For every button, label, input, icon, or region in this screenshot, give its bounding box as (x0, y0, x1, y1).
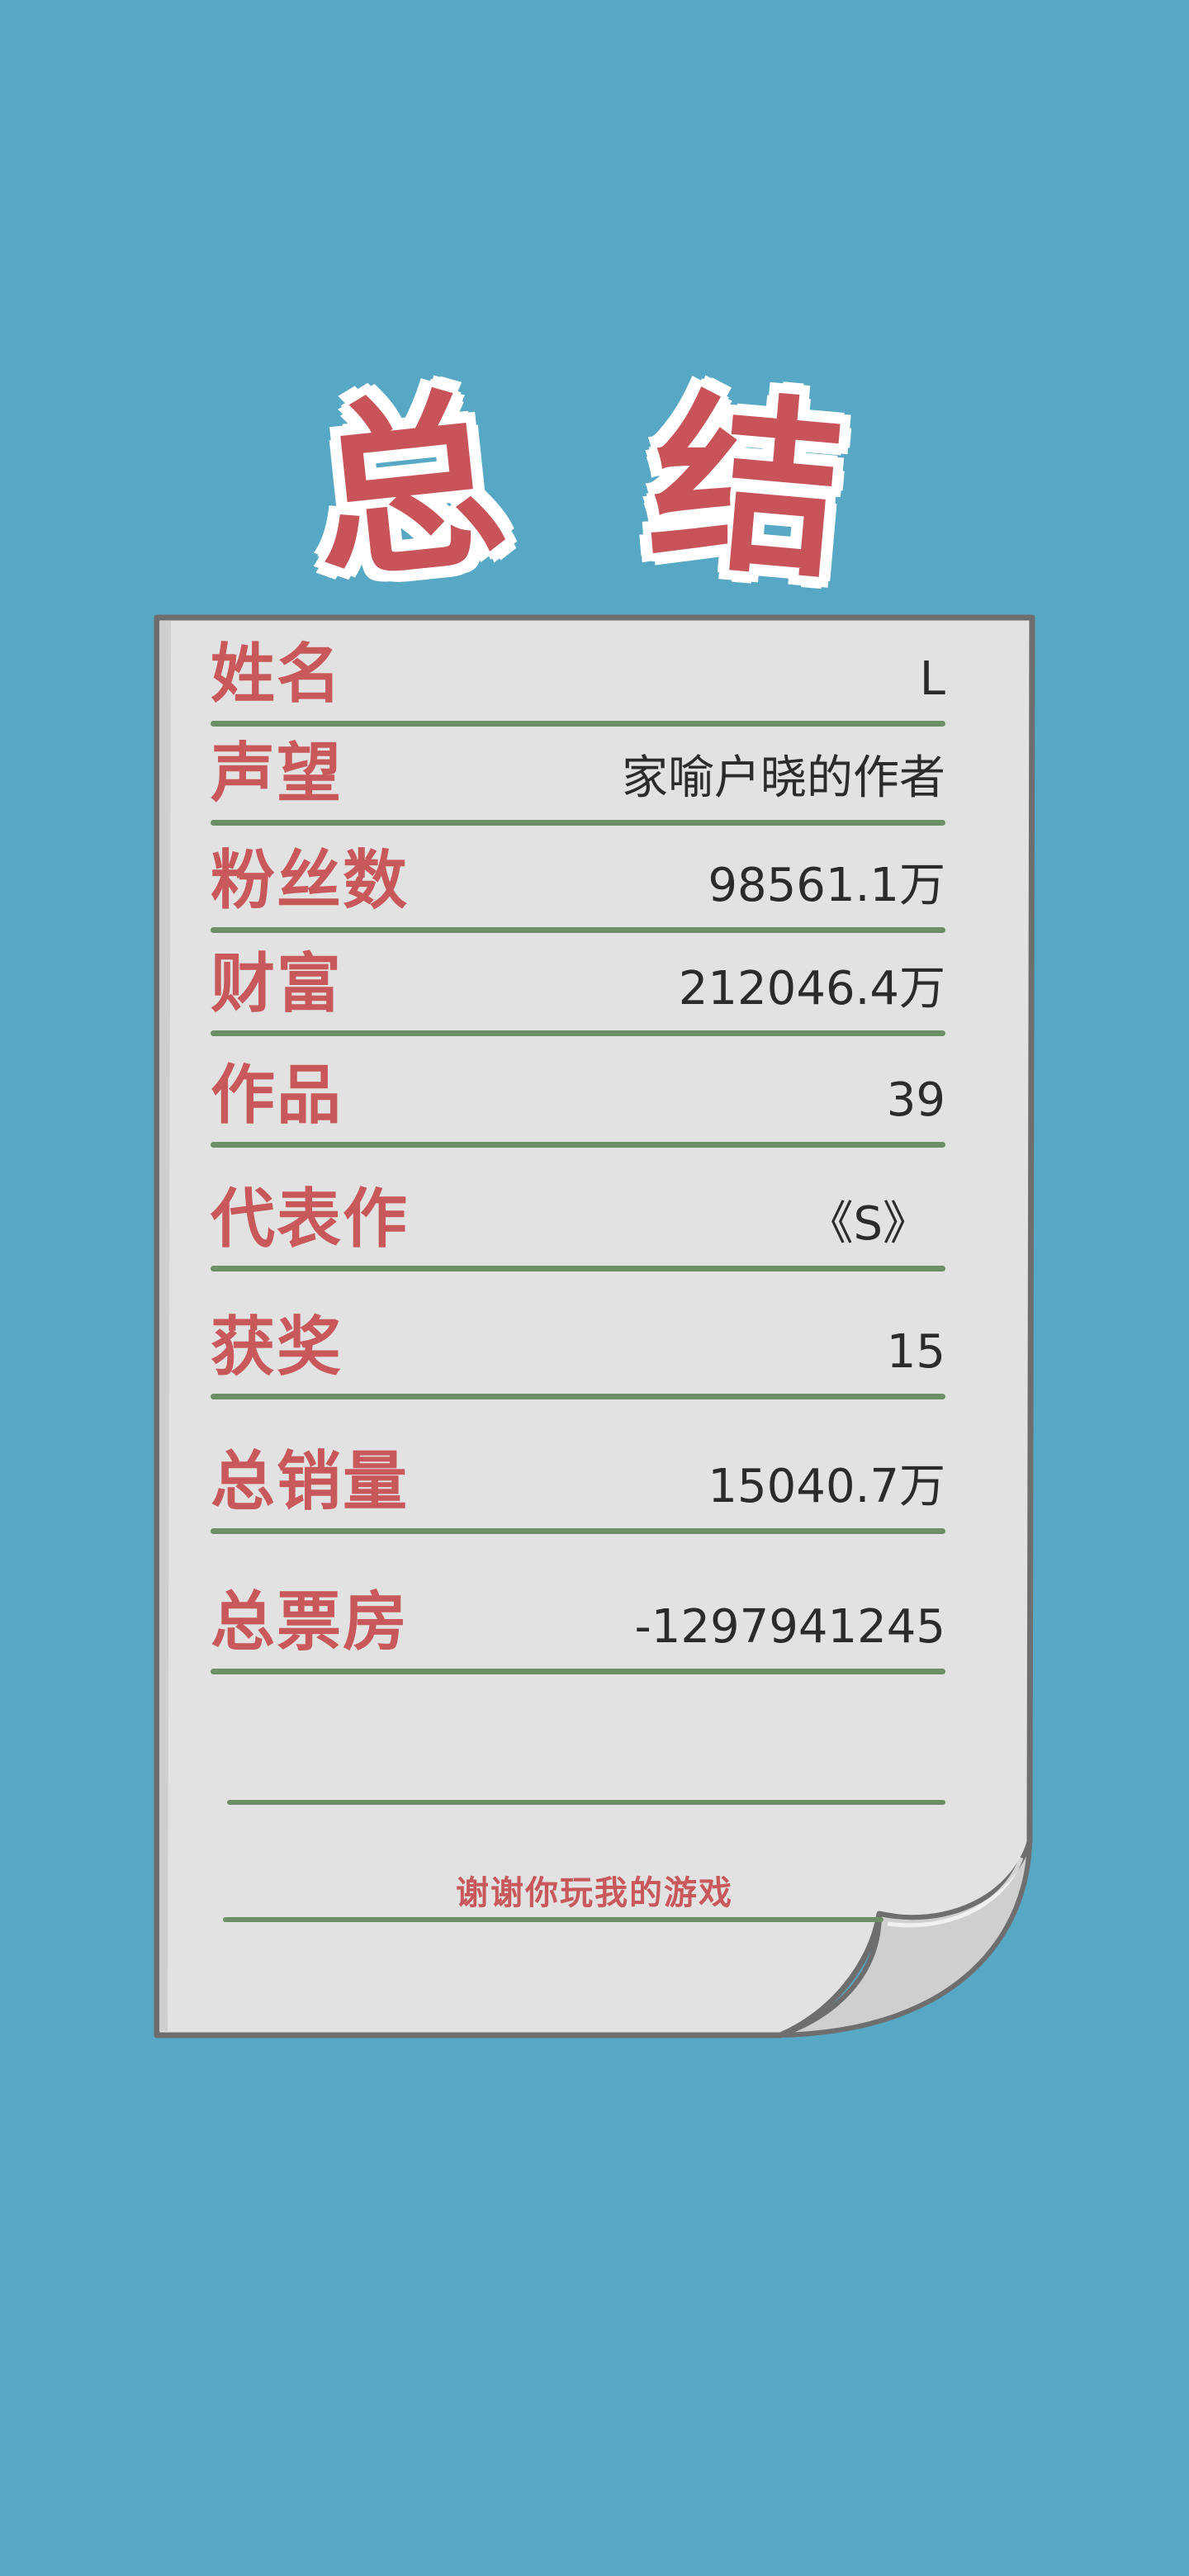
stat-row-masterpiece: 代表作 《S》 (211, 1181, 945, 1271)
divider (211, 927, 945, 933)
divider (211, 1142, 945, 1148)
stat-label: 作品 (211, 1058, 343, 1133)
divider (211, 820, 945, 826)
stat-value: 98561.1万 (708, 859, 945, 912)
stat-value: 15 (886, 1325, 945, 1379)
divider (211, 1669, 945, 1674)
stat-row-fans: 粉丝数 98561.1万 (211, 842, 945, 933)
stat-value: 39 (886, 1073, 945, 1127)
divider (211, 1394, 945, 1399)
summary-title: 总 结 (0, 367, 1189, 611)
divider (211, 1030, 945, 1036)
stat-value: 15040.7万 (708, 1460, 945, 1513)
divider (211, 1266, 945, 1271)
summary-paper: 姓名 L 声望 家喻户晓的作者 粉丝数 98561.1万 财富 212046.4… (153, 611, 1036, 2039)
title-char-1: 总 (302, 366, 515, 608)
stat-value: 《S》 (807, 1197, 929, 1251)
stat-row-total-sales: 总销量 15040.7万 (211, 1443, 945, 1534)
stat-label: 声望 (211, 736, 343, 811)
stat-value: L (919, 652, 945, 706)
stat-label: 粉丝数 (211, 844, 410, 918)
stat-label: 获奖 (211, 1310, 343, 1385)
stat-label: 财富 (211, 947, 343, 1021)
divider (211, 1528, 945, 1534)
divider-footer (223, 1917, 883, 1922)
stat-row-box-office: 总票房 -1297941245 (211, 1584, 945, 1674)
title-char-2: 结 (642, 367, 852, 607)
stat-row-reputation: 声望 家喻户晓的作者 (211, 735, 945, 826)
stat-row-works: 作品 39 (211, 1057, 945, 1148)
divider (211, 721, 945, 727)
stat-value: 212046.4万 (678, 962, 945, 1016)
stat-label: 代表作 (211, 1182, 410, 1257)
stat-label: 姓名 (211, 637, 343, 712)
stat-row-awards: 获奖 15 (211, 1309, 945, 1399)
stat-label: 总销量 (211, 1445, 410, 1519)
stat-value: -1297941245 (634, 1600, 946, 1654)
stat-value: 家喻户晓的作者 (622, 751, 945, 805)
stat-label: 总票房 (211, 1585, 410, 1660)
thanks-message: 谢谢你玩我的游戏 (456, 1874, 733, 1912)
divider-empty (227, 1800, 945, 1805)
stat-row-wealth: 财富 212046.4万 (211, 945, 945, 1036)
stat-row-name: 姓名 L (211, 636, 945, 727)
